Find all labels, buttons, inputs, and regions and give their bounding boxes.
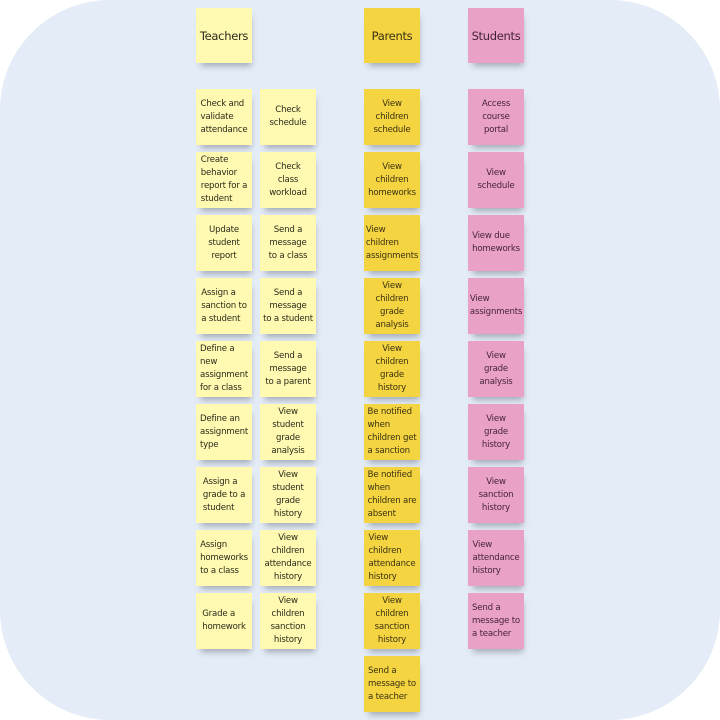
- sticky-note-students[interactable]: View sanction history: [468, 467, 524, 523]
- sticky-note-teachers[interactable]: Assign a sanction to a student: [196, 278, 252, 334]
- sticky-note-teachers[interactable]: Define an assignment type: [196, 404, 252, 460]
- sticky-note-parents[interactable]: View children homeworks: [364, 152, 420, 208]
- sticky-note-teachers[interactable]: View children sanction history: [260, 593, 316, 649]
- sticky-note-teachers[interactable]: View children attendance history: [260, 530, 316, 586]
- sticky-note-teachers[interactable]: View student grade analysis: [260, 404, 316, 460]
- sticky-note-teachers[interactable]: Grade a homework: [196, 593, 252, 649]
- sticky-note-teachers[interactable]: Check schedule: [260, 89, 316, 145]
- sticky-note-teachers[interactable]: View student grade history: [260, 467, 316, 523]
- sticky-note-students[interactable]: View grade history: [468, 404, 524, 460]
- sticky-note-teachers[interactable]: Update student report: [196, 215, 252, 271]
- sticky-note-teachers[interactable]: Assign homeworks to a class: [196, 530, 252, 586]
- sticky-note-students[interactable]: View schedule: [468, 152, 524, 208]
- sticky-note-students[interactable]: Access course portal: [468, 89, 524, 145]
- sticky-note-teachers[interactable]: Create behavior report for a student: [196, 152, 252, 208]
- sticky-note-students[interactable]: View due homeworks: [468, 215, 524, 271]
- sticky-note-students[interactable]: View assignments: [468, 278, 524, 334]
- sticky-note-teachers[interactable]: Check and validate attendance: [196, 89, 252, 145]
- header-parents[interactable]: Parents: [364, 8, 420, 63]
- sticky-note-parents[interactable]: View children schedule: [364, 89, 420, 145]
- sticky-note-teachers[interactable]: Send a message to a class: [260, 215, 316, 271]
- sticky-note-students[interactable]: Send a message to a teacher: [468, 593, 524, 649]
- sticky-note-parents[interactable]: View children sanction history: [364, 593, 420, 649]
- sticky-note-parents[interactable]: View children attendance history: [364, 530, 420, 586]
- sticky-note-students[interactable]: View grade analysis: [468, 341, 524, 397]
- sticky-note-teachers[interactable]: Send a message to a student: [260, 278, 316, 334]
- sticky-note-parents[interactable]: Be notified when children get a sanction: [364, 404, 420, 460]
- sticky-note-students[interactable]: View attendance history: [468, 530, 524, 586]
- sticky-note-parents[interactable]: View children grade history: [364, 341, 420, 397]
- whiteboard-canvas[interactable]: Teachers Parents Students Check and vali…: [0, 0, 720, 720]
- sticky-note-parents[interactable]: View children grade analysis: [364, 278, 420, 334]
- sticky-note-teachers[interactable]: Check class workload: [260, 152, 316, 208]
- header-students[interactable]: Students: [468, 8, 524, 63]
- sticky-note-teachers[interactable]: Define a new assignment for a class: [196, 341, 252, 397]
- header-teachers[interactable]: Teachers: [196, 8, 252, 63]
- sticky-note-teachers[interactable]: Send a message to a parent: [260, 341, 316, 397]
- sticky-note-parents[interactable]: Be notified when children are absent: [364, 467, 420, 523]
- sticky-note-parents[interactable]: Send a message to a teacher: [364, 656, 420, 712]
- sticky-note-teachers[interactable]: Assign a grade to a student: [196, 467, 252, 523]
- sticky-note-parents[interactable]: View children assignments: [364, 215, 420, 271]
